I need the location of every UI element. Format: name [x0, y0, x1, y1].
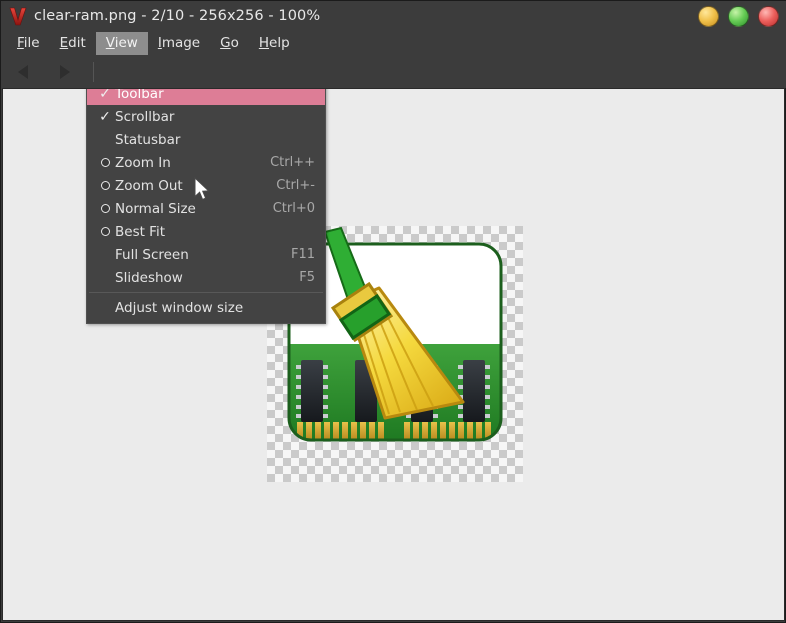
menu-item-label: Best Fit	[115, 223, 166, 240]
menu-item-normal-size[interactable]: Normal Size Ctrl+0	[87, 197, 325, 220]
menu-item-slideshow[interactable]: Slideshow F5	[87, 266, 325, 289]
menu-item-scrollbar[interactable]: ✓ Scrollbar	[87, 105, 325, 128]
toolbar	[1, 55, 786, 88]
menu-item-label: Toolbar	[115, 88, 164, 102]
menu-item-zoom-out[interactable]: Zoom Out Ctrl+-	[87, 174, 325, 197]
menu-item-label: Scrollbar	[115, 108, 175, 125]
menu-accel-letter: E	[59, 34, 69, 51]
window-controls	[698, 6, 779, 27]
menu-help[interactable]: Help	[249, 32, 300, 55]
menu-item-shortcut: F11	[290, 247, 315, 262]
view-dropdown-menu[interactable]: ✓Menu Bar✓Toolbar✓ScrollbarStatusbarZoom…	[86, 88, 326, 324]
menu-item-statusbar[interactable]: Statusbar	[87, 128, 325, 151]
arrow-left-icon	[18, 64, 28, 79]
menu-item-adjust-window-size[interactable]: Adjust window size	[87, 296, 325, 319]
menu-item-label: Zoom Out	[115, 177, 183, 194]
titlebar: clear-ram.png - 2/10 - 256x256 - 100%	[1, 1, 786, 31]
menu-image[interactable]: Image	[148, 32, 210, 55]
menu-item-full-screen[interactable]: Full Screen F11	[87, 243, 325, 266]
viewnior-v-logo-icon	[5, 3, 31, 29]
menu-file[interactable]: File	[7, 32, 50, 55]
menu-accel-letter: G	[220, 34, 231, 51]
menu-item-shortcut: Ctrl+0	[272, 201, 315, 216]
zoom-dot-icon	[95, 227, 115, 236]
next-image-button[interactable]	[49, 59, 79, 85]
checkmark-icon: ✓	[99, 88, 111, 102]
zoom-dot-icon	[95, 181, 115, 190]
zoom-dot-icon	[95, 158, 115, 167]
menu-accel-letter: H	[258, 34, 270, 51]
menu-item-label: Slideshow	[115, 269, 183, 286]
checkmark-icon: ✓	[99, 108, 111, 125]
image-canvas[interactable]: ✓Menu Bar✓Toolbar✓ScrollbarStatusbarZoom…	[2, 88, 785, 621]
menu-accel-letter: F	[17, 34, 24, 51]
maximize-button[interactable]	[728, 6, 749, 27]
previous-image-button[interactable]	[9, 59, 39, 85]
menu-item-label: Zoom In	[115, 154, 171, 171]
menu-edit[interactable]: Edit	[50, 32, 96, 55]
menu-item-toolbar[interactable]: ✓ Toolbar	[87, 88, 325, 105]
menu-item-label: Adjust window size	[115, 299, 244, 316]
menu-accel-letter: I	[157, 34, 162, 51]
menu-separator	[89, 292, 323, 293]
menu-item-best-fit[interactable]: Best Fit	[87, 220, 325, 243]
menu-item-zoom-in[interactable]: Zoom In Ctrl++	[87, 151, 325, 174]
toolbar-separator	[93, 61, 94, 82]
application-window: clear-ram.png - 2/10 - 256x256 - 100% Fi…	[0, 0, 786, 623]
zoom-dot-icon	[95, 204, 115, 213]
window-title: clear-ram.png - 2/10 - 256x256 - 100%	[34, 8, 321, 24]
menu-item-label: Statusbar	[115, 131, 181, 148]
menu-item-label: Full Screen	[115, 246, 189, 263]
menu-accel-letter: V	[105, 34, 115, 51]
menu-item-label: Normal Size	[115, 200, 196, 217]
close-button[interactable]	[758, 6, 779, 27]
arrow-right-icon	[60, 64, 70, 79]
menu-item-shortcut: F5	[299, 270, 315, 285]
menu-view[interactable]: View	[95, 31, 148, 55]
menu-item-shortcut: Ctrl++	[270, 155, 315, 170]
menubar: File Edit View Image Go Help	[1, 31, 786, 55]
menu-item-shortcut: Ctrl+-	[276, 178, 315, 193]
menu-go[interactable]: Go	[210, 32, 249, 55]
minimize-button[interactable]	[698, 6, 719, 27]
